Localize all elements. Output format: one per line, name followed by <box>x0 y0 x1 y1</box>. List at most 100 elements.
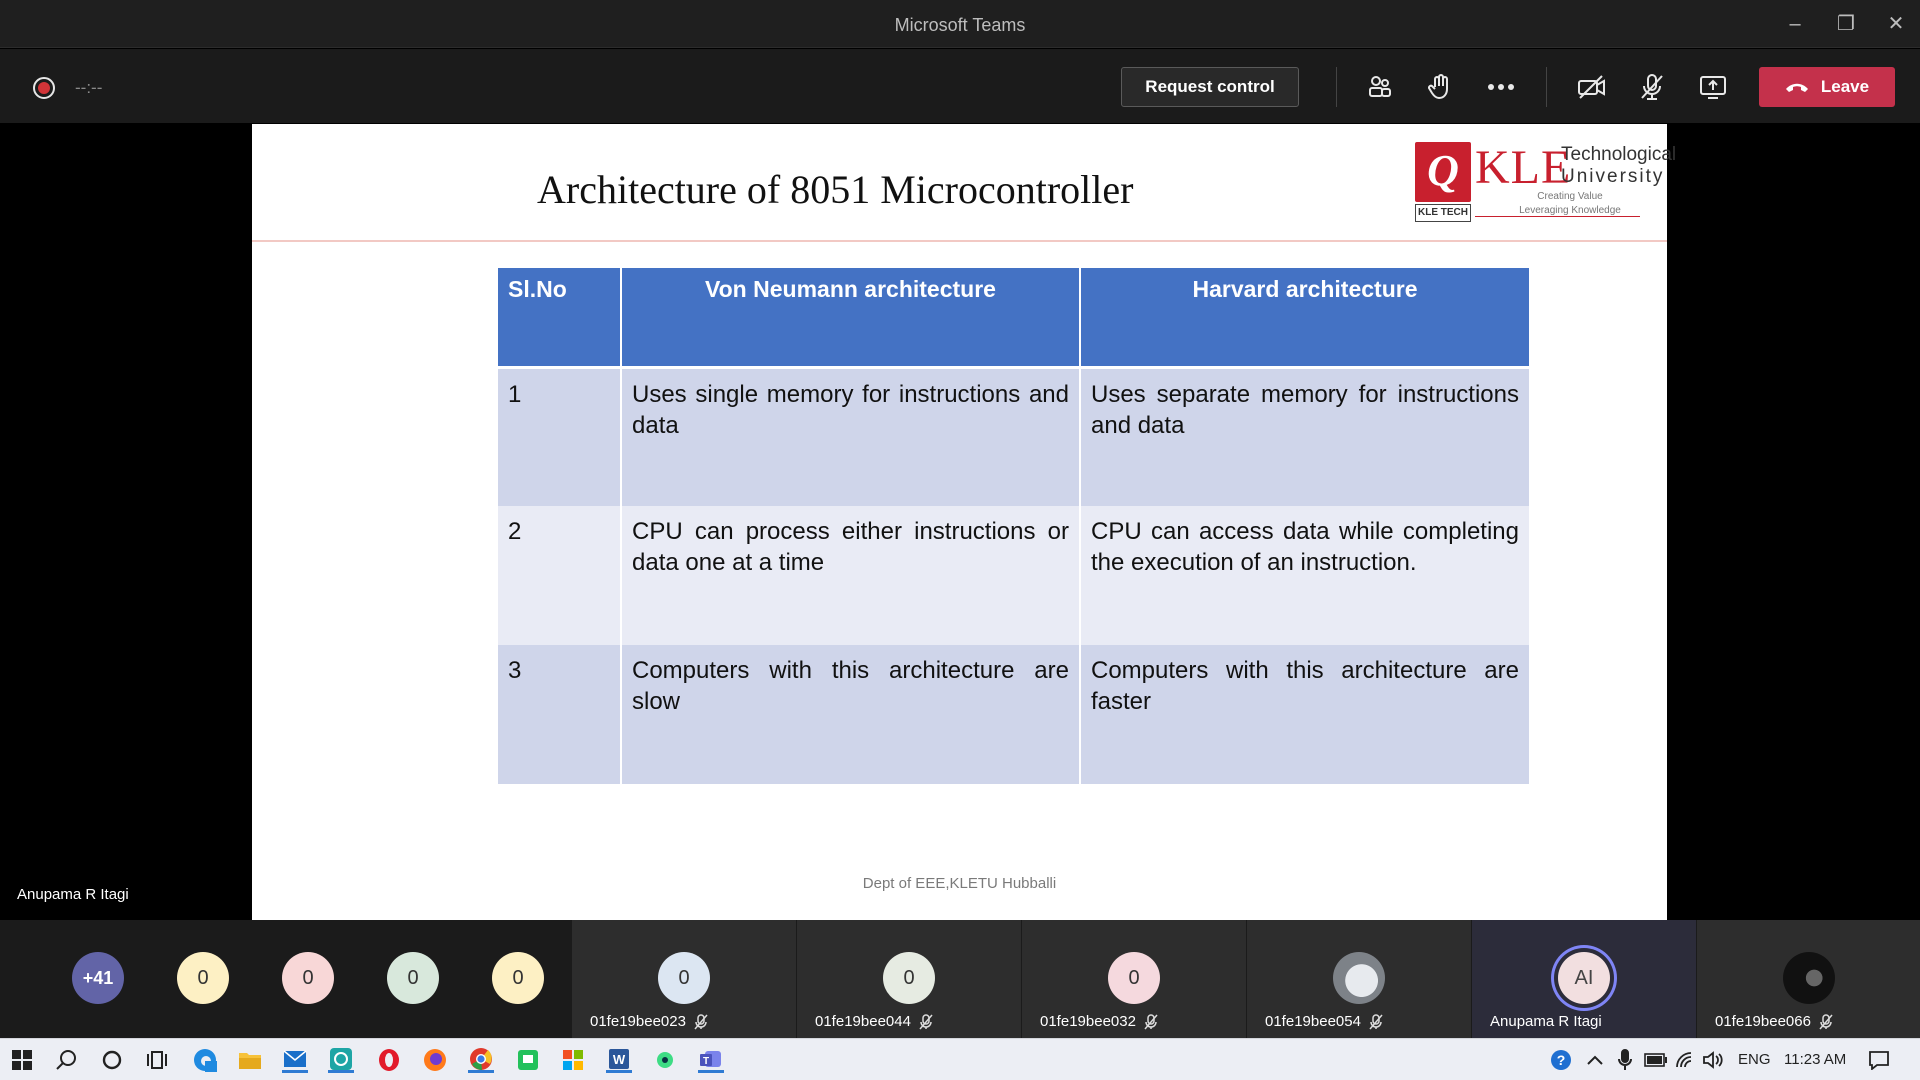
comparison-table: Sl.No Von Neumann architecture Harvard a… <box>496 266 1531 784</box>
participant-avatar: 0 <box>658 952 710 1004</box>
participant-tile[interactable]: 0 01fe19bee023 <box>572 920 796 1038</box>
logo-tech-line2: University <box>1561 166 1665 187</box>
mic-muted-icon <box>1144 1013 1158 1029</box>
chrome-icon[interactable] <box>468 1047 494 1073</box>
file-explorer-icon[interactable] <box>237 1047 263 1073</box>
mic-muted-icon <box>1819 1013 1833 1029</box>
share-screen-icon[interactable] <box>1695 69 1731 105</box>
store-icon[interactable] <box>560 1047 586 1073</box>
toolbar-divider <box>1546 67 1547 107</box>
participant-avatar[interactable]: 0 <box>282 952 334 1004</box>
word-icon[interactable]: W <box>606 1047 632 1073</box>
logo-tag-line1: Creating Value <box>1537 191 1603 202</box>
table-header-row: Sl.No Von Neumann architecture Harvard a… <box>496 266 1531 368</box>
windows-start-icon[interactable] <box>9 1047 35 1073</box>
table-cell: Uses separate memory for instructions an… <box>1079 365 1531 506</box>
logo-tech: Technological University <box>1561 144 1676 188</box>
shared-slide: Architecture of 8051 Microcontroller Q K… <box>252 124 1676 920</box>
title-bar: Microsoft Teams – ❐ ✕ <box>0 0 1920 48</box>
meeting-toolbar: --:-- Request control Leave <box>0 49 1920 123</box>
participant-avatar[interactable]: 0 <box>177 952 229 1004</box>
svg-text:?: ? <box>1557 1052 1566 1068</box>
table-cell: Computers with this architecture are fas… <box>1079 645 1531 784</box>
toolbar-divider <box>1336 67 1337 107</box>
logo-rule <box>1475 216 1640 217</box>
mail-icon[interactable] <box>282 1047 308 1073</box>
more-options-icon[interactable] <box>1483 69 1519 105</box>
participant-tile[interactable]: 0 01fe19bee032 <box>1022 920 1246 1038</box>
participant-tile[interactable]: 0 01fe19bee044 <box>797 920 1021 1038</box>
restore-button[interactable]: ❐ <box>1826 8 1866 40</box>
university-logo: Q KLE TECH KLE Technological University … <box>1415 141 1676 224</box>
presenter-name: Anupama R Itagi <box>17 886 129 903</box>
whatsapp-icon[interactable] <box>328 1047 354 1073</box>
participant-name: 01fe19bee066 <box>1715 1013 1833 1030</box>
participant-avatar: 0 <box>883 952 935 1004</box>
request-control-button[interactable]: Request control <box>1121 67 1299 107</box>
mic-muted-icon <box>694 1013 708 1029</box>
firefox-icon[interactable] <box>422 1047 448 1073</box>
participant-avatar[interactable]: 0 <box>492 952 544 1004</box>
table-cell: 3 <box>496 645 622 784</box>
chevron-up-icon[interactable] <box>1582 1047 1608 1073</box>
participant-avatar: 0 <box>1108 952 1160 1004</box>
camera-off-icon[interactable] <box>1574 69 1610 105</box>
table-cell: Computers with this architecture are slo… <box>620 645 1081 784</box>
cortana-icon[interactable] <box>99 1047 125 1073</box>
search-icon[interactable] <box>54 1047 80 1073</box>
table-cell: CPU can access data while completing the… <box>1079 506 1531 645</box>
participants-strip: +41 0 0 0 0 0 01fe19bee023 0 01fe19bee04… <box>0 920 1920 1038</box>
battery-icon[interactable] <box>1643 1047 1669 1073</box>
participant-name-text: 01fe19bee044 <box>815 1013 911 1030</box>
recording-icon <box>33 77 55 99</box>
participant-name-text: 01fe19bee054 <box>1265 1013 1361 1030</box>
minimize-button[interactable]: – <box>1775 8 1815 40</box>
participant-name: 01fe19bee044 <box>815 1013 933 1030</box>
volume-icon[interactable] <box>1700 1047 1726 1073</box>
opera-icon[interactable] <box>376 1047 402 1073</box>
clock[interactable]: 11:23 AM <box>1784 1051 1846 1068</box>
teams-icon[interactable]: T <box>698 1047 724 1073</box>
participant-name-text: 01fe19bee066 <box>1715 1013 1811 1030</box>
participant-name: 01fe19bee054 <box>1265 1013 1383 1030</box>
mic-muted-icon <box>919 1013 933 1029</box>
meeting-timer: --:-- <box>75 78 103 97</box>
participants-icon[interactable] <box>1362 69 1398 105</box>
participant-tile[interactable]: 01fe19bee054 <box>1247 920 1471 1038</box>
profile-photo-avatar <box>1333 952 1385 1004</box>
more-participants-button[interactable]: +41 <box>72 952 124 1004</box>
profile-photo-avatar <box>1783 952 1835 1004</box>
table-cell: 1 <box>496 365 622 506</box>
table-cell: 2 <box>496 506 622 645</box>
window-title: Microsoft Teams <box>894 15 1026 35</box>
android-studio-icon[interactable] <box>652 1047 678 1073</box>
leave-button[interactable]: Leave <box>1759 67 1895 107</box>
table-cell: CPU can process either instructions or d… <box>620 506 1081 645</box>
slide-divider <box>252 240 1667 242</box>
participant-tile[interactable]: 01fe19bee066 <box>1697 920 1920 1038</box>
task-view-icon[interactable] <box>144 1047 170 1073</box>
svg-text:W: W <box>613 1052 626 1067</box>
microphone-icon[interactable] <box>1612 1047 1638 1073</box>
header-harvard: Harvard architecture <box>1079 266 1531 368</box>
participant-name-text: 01fe19bee023 <box>590 1013 686 1030</box>
mic-muted-icon <box>1369 1013 1383 1029</box>
participant-avatar[interactable]: 0 <box>387 952 439 1004</box>
green-app-icon[interactable] <box>515 1047 541 1073</box>
table-row: 3 Computers with this architecture are s… <box>496 645 1531 784</box>
header-slno: Sl.No <box>496 266 622 368</box>
participant-name: 01fe19bee023 <box>590 1013 708 1030</box>
wifi-icon[interactable] <box>1673 1047 1699 1073</box>
leave-label: Leave <box>1820 77 1870 96</box>
participant-tile-speaking[interactable]: AI Anupama R Itagi <box>1472 920 1696 1038</box>
raise-hand-icon[interactable] <box>1422 69 1458 105</box>
help-icon[interactable]: ? <box>1548 1047 1574 1073</box>
mic-off-icon[interactable] <box>1634 69 1670 105</box>
logo-kle: KLE <box>1475 141 1572 194</box>
header-von-neumann: Von Neumann architecture <box>620 266 1081 368</box>
notifications-icon[interactable] <box>1866 1047 1892 1073</box>
language-indicator[interactable]: ENG <box>1738 1051 1771 1068</box>
close-button[interactable]: ✕ <box>1876 8 1916 40</box>
edge-icon[interactable] <box>192 1047 218 1073</box>
windows-taskbar: W T ? ENG 11:23 AM <box>0 1038 1920 1080</box>
